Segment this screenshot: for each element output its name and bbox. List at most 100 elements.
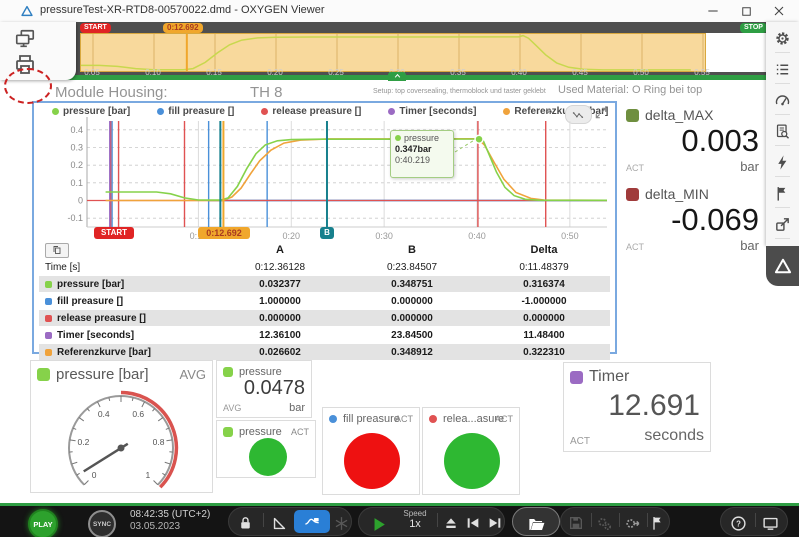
separator — [263, 513, 264, 527]
clock-time: 08:42:35 (UTC+2) — [130, 509, 210, 521]
delta-min-widget[interactable]: delta_MIN -0.069 ACT bar — [620, 180, 765, 257]
state-indicator-circle — [444, 433, 500, 489]
measure-triangle-icon[interactable] — [271, 515, 289, 533]
timeline-progress-bar[interactable] — [0, 75, 766, 80]
curve-icon — [302, 514, 322, 530]
play-mode-button[interactable]: PLAY — [28, 509, 58, 537]
skip-to-end-button[interactable] — [487, 515, 505, 533]
module-housing-label: Module Housing: — [55, 84, 168, 101]
table-cell: 0.348751 — [346, 279, 478, 290]
table-cell: 0.026602 — [214, 347, 346, 358]
app-logo-icon — [20, 4, 34, 18]
save-button[interactable] — [568, 515, 586, 533]
table-cell: Timer [seconds] — [39, 330, 214, 341]
open-file-button[interactable] — [527, 515, 545, 533]
overview-band[interactable] — [80, 33, 706, 72]
delta-max-value: 0.003 — [681, 123, 759, 159]
table-cell: 0.000000 — [214, 313, 346, 324]
report-search-icon[interactable] — [766, 119, 799, 143]
digital-mode: AVG — [223, 403, 241, 413]
gauge-dial: 00.20.40.60.81 — [31, 386, 212, 492]
sidebar-divider — [775, 83, 790, 84]
timer-widget[interactable]: Timer 12.691 ACT seconds — [563, 362, 711, 452]
overview-playhead-badge[interactable]: 0:12.692 — [163, 23, 203, 33]
recorder-chart-panel[interactable]: pressure [bar]fill preasure []release pr… — [32, 101, 617, 354]
delta-max-title: delta_MAX — [645, 107, 713, 123]
state-indicator-circle — [344, 433, 400, 489]
eject-button[interactable] — [443, 515, 461, 533]
indicator-widget-fill-preasure[interactable]: fill preasure ACT — [322, 407, 420, 495]
overview-unrecorded-region — [706, 33, 766, 72]
settings-gear-icon[interactable] — [766, 26, 799, 50]
maximize-button[interactable] — [733, 2, 759, 20]
tooltip-series-name: pressure — [404, 133, 439, 143]
screen-mode-button[interactable] — [762, 515, 780, 533]
minimize-button[interactable] — [700, 2, 726, 20]
delta-min-title: delta_MIN — [645, 186, 709, 202]
recorder-chart[interactable]: 0.40.30.20.10-0.10:100:200:300:400:50 — [34, 103, 615, 243]
copy-table-button[interactable] — [45, 243, 69, 258]
power-bolt-icon[interactable] — [766, 150, 799, 174]
svg-text:0.1: 0.1 — [70, 178, 83, 188]
curve-display-button[interactable] — [294, 510, 330, 533]
close-button[interactable] — [766, 2, 792, 20]
indicator-mode: ACT — [495, 414, 513, 424]
freeze-icon[interactable] — [333, 515, 351, 533]
table-cell: -1.000000 — [478, 296, 610, 307]
svg-text:0:40: 0:40 — [468, 231, 486, 241]
screens-layout-button[interactable] — [8, 26, 42, 52]
marker-flag-icon[interactable] — [766, 181, 799, 205]
svg-text:0.8: 0.8 — [153, 437, 165, 447]
measurement-gauge-icon[interactable] — [766, 88, 799, 112]
delta-max-mode: ACT — [626, 163, 644, 173]
timer-value: 12.691 — [608, 389, 700, 423]
delta-max-widget[interactable]: delta_MAX 0.003 ACT bar — [620, 101, 765, 178]
gauge-widget-pressure[interactable]: pressure [bar] AVG 00.20.40.60.81 — [30, 360, 213, 493]
digital-unit: bar — [289, 402, 305, 414]
channel-color-swatch — [223, 427, 233, 437]
table-cell: Referenzkurve [bar] — [39, 347, 214, 358]
sidebar-divider — [775, 238, 790, 239]
table-row: fill preasure []1.0000000.000000-1.00000… — [39, 293, 610, 310]
indicator-title: pressure — [239, 426, 282, 438]
indicator-widget-pressure[interactable]: pressure ACT — [216, 420, 316, 478]
state-indicator-circle — [249, 438, 287, 476]
playhead-time-badge[interactable]: 0:12.692 — [198, 227, 250, 239]
dewetron-logo[interactable] — [766, 246, 799, 286]
playback-play-button[interactable] — [369, 515, 387, 533]
batch-process-icon[interactable] — [596, 515, 614, 533]
table-row: release preasure []0.0000000.0000000.000… — [39, 310, 610, 327]
gauge-mode: AVG — [180, 367, 207, 382]
skip-to-start-button[interactable] — [465, 515, 483, 533]
delta-max-unit: bar — [740, 159, 759, 174]
table-cell: 23.84500 — [346, 330, 478, 341]
channel-list-icon[interactable] — [766, 57, 799, 81]
table-cell: 0:23.84507 — [346, 262, 478, 273]
table-cell: pressure [bar] — [39, 279, 214, 290]
marker-flag-button[interactable] — [650, 515, 668, 533]
indicator-widget-release-preasure[interactable]: relea...asure ACT — [422, 407, 520, 495]
export-settings-icon[interactable] — [624, 515, 642, 533]
channel-color-swatch — [626, 109, 639, 122]
sync-button[interactable]: SYNC — [88, 510, 116, 537]
help-button[interactable] — [730, 515, 748, 533]
channel-color-dot — [329, 415, 337, 423]
lock-icon[interactable] — [237, 515, 255, 533]
table-row: Timer [seconds]12.3610023.8450011.48400 — [39, 327, 610, 344]
speed-label: Speed — [398, 509, 432, 518]
cursor-b-badge[interactable]: B — [320, 227, 334, 239]
indicator-mode: ACT — [291, 427, 309, 437]
timeline-position-handle[interactable] — [388, 72, 406, 81]
export-share-icon[interactable] — [766, 212, 799, 236]
chart-tooltip: pressure 0.347bar 0:40.219 — [390, 130, 454, 178]
svg-text:0.6: 0.6 — [132, 409, 144, 419]
table-row: ABDelta — [39, 242, 610, 259]
table-cell: 0:12.36128 — [214, 262, 346, 273]
module-housing-value: TH 8 — [250, 84, 283, 101]
separator — [591, 513, 592, 527]
table-cell: B — [346, 244, 478, 256]
separator — [437, 513, 438, 527]
speed-control[interactable]: Speed 1x — [398, 509, 432, 530]
digital-widget-pressure-avg[interactable]: pressure 0.0478 AVG bar — [216, 360, 312, 418]
svg-text:0.4: 0.4 — [70, 125, 83, 135]
